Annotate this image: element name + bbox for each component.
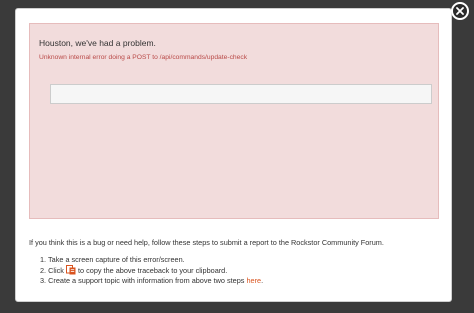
step-text: Click [48, 266, 64, 275]
error-alert: Houston, we've had a problem. Unknown in… [29, 23, 439, 219]
traceback-field[interactable] [50, 84, 432, 104]
step-number: 3. [40, 276, 47, 285]
clipboard-icon[interactable] [65, 265, 76, 275]
step-text: Create a support topic with information … [48, 276, 245, 285]
close-icon [456, 7, 464, 15]
support-topic-link[interactable]: here [246, 276, 261, 285]
error-message: Unknown internal error doing a POST to /… [39, 54, 248, 61]
step-number: 2. [40, 266, 47, 275]
help-steps: 1. Take a screen capture of this error/s… [40, 255, 263, 286]
step-number: 1. [40, 255, 47, 264]
help-intro: If you think this is a bug or need help,… [29, 238, 384, 247]
step-text-end: . [261, 276, 264, 285]
help-step-1: 1. Take a screen capture of this error/s… [40, 255, 263, 265]
step-text: to copy the above traceback to your clip… [78, 266, 228, 275]
close-button[interactable] [451, 2, 469, 20]
help-step-3: 3. Create a support topic with informati… [40, 276, 263, 286]
error-title: Houston, we've had a problem. [39, 38, 156, 48]
help-step-2: 2. Click to copy the above traceback to … [40, 265, 263, 276]
step-text: Take a screen capture of this error/scre… [48, 255, 185, 264]
error-modal: Houston, we've had a problem. Unknown in… [15, 8, 452, 302]
